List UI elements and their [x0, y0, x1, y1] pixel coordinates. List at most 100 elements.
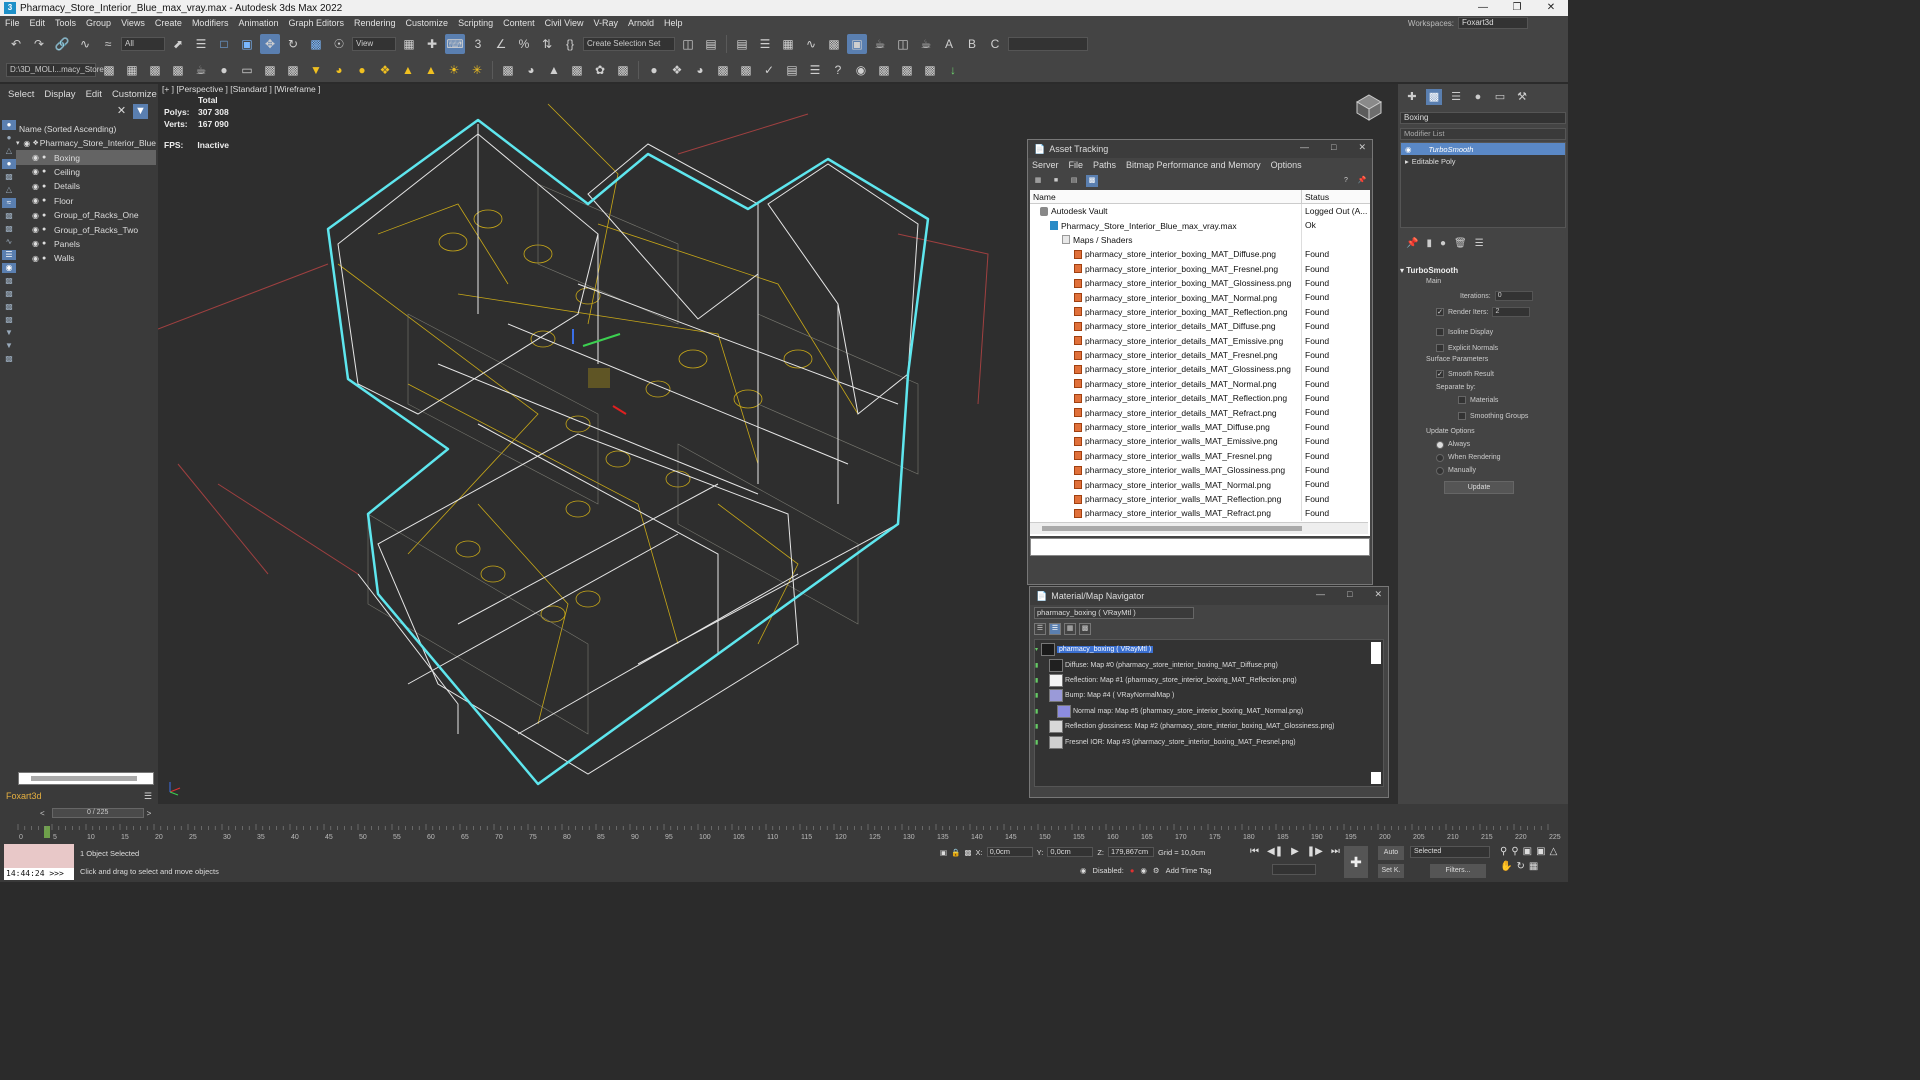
menu-file[interactable]: File	[0, 18, 25, 28]
vray-ies-light-icon[interactable]: ▲	[398, 60, 418, 80]
align-icon[interactable]: ▤	[701, 34, 721, 54]
groups-filter-icon[interactable]: ▩	[2, 211, 16, 221]
redo-icon[interactable]: ↷	[29, 34, 49, 54]
menu-edit[interactable]: Edit	[25, 18, 51, 28]
zoom-all-icon[interactable]: ⚲	[1511, 846, 1518, 857]
minimize-icon[interactable]: —	[1316, 589, 1325, 600]
map-swatch[interactable]	[1049, 689, 1063, 703]
percent-snap-icon[interactable]: %	[514, 34, 534, 54]
visibility-eye-icon[interactable]: ◉	[32, 196, 42, 205]
close-explorer-icon[interactable]: ✕	[114, 104, 129, 119]
make-unique-icon[interactable]: ●	[1440, 238, 1446, 249]
all-filter-icon[interactable]: ▩	[2, 289, 16, 299]
explicit-normals-checkbox[interactable]	[1436, 344, 1444, 352]
key-filters-button[interactable]: Filters...	[1430, 864, 1486, 878]
help-icon[interactable]: ?	[828, 60, 848, 80]
detail-view-icon[interactable]: ▩	[1086, 175, 1098, 187]
navigator-path-field[interactable]: pharmacy_boxing ( VRayMtl )	[1034, 607, 1194, 619]
bones-filter-icon[interactable]: ∿	[2, 237, 16, 247]
asset-path-field[interactable]	[1030, 538, 1370, 556]
menu-animation[interactable]: Animation	[233, 18, 283, 28]
xrefs-filter-icon[interactable]: ▩	[2, 224, 16, 234]
display-all-icon[interactable]: ●	[2, 120, 16, 130]
vray-dome-light-icon[interactable]: ◕	[329, 60, 349, 80]
remove-modifier-icon[interactable]: 🗑	[1454, 238, 1467, 249]
named-selection-sets-dropdown[interactable]: Create Selection Set	[583, 37, 675, 51]
viewport-label-menu[interactable]: [+ ] [Perspective ] [Standard ] [Wirefra…	[162, 84, 321, 94]
menu-scripting[interactable]: Scripting	[453, 18, 498, 28]
pin-stack-icon[interactable]: 📌	[1406, 238, 1418, 249]
vray-ambient-light-icon[interactable]: ▲	[421, 60, 441, 80]
asset-horizontal-scrollbar[interactable]	[1030, 522, 1368, 534]
when-rendering-radio[interactable]	[1436, 453, 1444, 462]
field-of-view-icon[interactable]: △	[1550, 846, 1558, 857]
expand-toolbar-icon[interactable]: ↓	[943, 60, 963, 80]
scene-object-row[interactable]: ◉ ● Floor	[16, 194, 156, 208]
render-preset-dropdown[interactable]	[1008, 37, 1088, 51]
modify-tab-icon[interactable]: ▩	[1426, 89, 1442, 105]
geometry-filter-icon[interactable]: ●	[2, 133, 16, 143]
material-tree-item[interactable]: ▮ Diffuse: Map #0 (pharmacy_store_interio…	[1035, 657, 1383, 672]
hierarchy-tab-icon[interactable]: ☰	[1448, 89, 1464, 105]
bind-spacewarp-icon[interactable]: ≈	[98, 34, 118, 54]
scene-explorer-icon[interactable]: ▤	[732, 34, 752, 54]
explorer-tab-select[interactable]: Select	[8, 89, 34, 100]
time-slider-thumb[interactable]: 0 / 225	[51, 808, 144, 818]
visibility-eye-icon[interactable]: ◉	[23, 139, 32, 148]
map-swatch[interactable]	[1041, 643, 1055, 657]
asset-row[interactable]: pharmacy_store_interior_details_MAT_Diff…	[1030, 319, 1370, 334]
modifier-list-dropdown[interactable]: Modifier List	[1400, 128, 1566, 140]
asset-row[interactable]: pharmacy_store_interior_walls_MAT_Fresne…	[1030, 448, 1370, 464]
current-frame-field[interactable]	[1272, 864, 1316, 875]
scrollbar-thumb[interactable]	[1042, 526, 1302, 531]
explorer-tab-display[interactable]: Display	[44, 89, 75, 100]
reference-coord-dropdown[interactable]: View	[352, 37, 396, 51]
navigator-titlebar[interactable]: 📄 Material/Map Navigator — □ ✕	[1030, 587, 1388, 605]
close-icon[interactable]: ✕	[1374, 589, 1382, 600]
view-list-icon[interactable]: ☰	[1034, 623, 1046, 635]
rollout-title[interactable]: ▾ TurboSmooth	[1400, 266, 1566, 278]
menu-customize[interactable]: Customize	[401, 18, 454, 28]
help-icon[interactable]: ?	[1340, 175, 1352, 187]
workspace-dropdown[interactable]: Foxart3d	[1458, 17, 1528, 29]
vray-mesh-export-icon[interactable]: ▩	[145, 60, 165, 80]
rect-selection-icon[interactable]: □	[214, 34, 234, 54]
render-production-icon[interactable]: ☕	[916, 34, 936, 54]
vray-sphere-icon[interactable]: ●	[214, 60, 234, 80]
vray-plane-icon[interactable]: ▭	[237, 60, 257, 80]
modifier-on-eye-icon[interactable]: ◉	[1405, 145, 1412, 154]
vray-3d-icon[interactable]: ▩	[920, 60, 940, 80]
asset-row[interactable]: pharmacy_store_interior_walls_MAT_Refrac…	[1030, 506, 1370, 521]
next-frame-icon[interactable]: >	[147, 809, 152, 818]
asset-row[interactable]: pharmacy_store_interior_details_MAT_Refr…	[1030, 405, 1370, 420]
select-object-icon[interactable]: ⬈	[168, 34, 188, 54]
material-tree-item[interactable]: ▾ pharmacy_boxing ( VRayMtl )	[1035, 642, 1383, 657]
cameras-filter-icon[interactable]: ▩	[2, 172, 16, 182]
asset-row[interactable]: pharmacy_store_interior_details_MAT_Refl…	[1030, 391, 1370, 406]
navigator-scrollbar-top[interactable]	[1371, 642, 1381, 664]
asset-row[interactable]: pharmacy_store_interior_walls_MAT_Diffus…	[1030, 419, 1370, 435]
render-setup-icon[interactable]: ☕	[870, 34, 890, 54]
scene-object-row[interactable]: ◉ ● Boxing	[16, 150, 156, 165]
menu-arnold[interactable]: Arnold	[623, 18, 659, 28]
vray-grass-icon[interactable]: ✿	[590, 60, 610, 80]
invert-filter-icon[interactable]: ▩	[2, 315, 16, 325]
asset-row[interactable]: pharmacy_store_interior_boxing_MAT_Fresn…	[1030, 261, 1370, 276]
isoline-display-checkbox[interactable]	[1436, 328, 1444, 336]
expand-arrow-icon[interactable]: ▸	[1405, 157, 1409, 166]
schematic-view-icon[interactable]: ▩	[824, 34, 844, 54]
track-bar-ruler[interactable]: 0 5 10 15 20 25 30 35 40 45 50 55 60 65 70 75 80 85 90 95 10…	[0, 822, 1568, 842]
orbit-icon[interactable]: ↻	[1516, 861, 1524, 872]
vray-proxy-icon[interactable]: ▩	[168, 60, 188, 80]
window-crossing-icon[interactable]: ▣	[237, 34, 257, 54]
zoom-extents-all-icon[interactable]: ▣	[1536, 846, 1545, 857]
selection-filter-dropdown[interactable]: All	[121, 37, 165, 51]
previous-key-icon[interactable]: ◀❚	[1267, 846, 1283, 857]
set-key-button[interactable]: Set K.	[1378, 864, 1404, 878]
viewcube-icon[interactable]	[1354, 92, 1384, 122]
vray-enmesh-icon[interactable]: ▩	[613, 60, 633, 80]
menu-civil-view[interactable]: Civil View	[540, 18, 589, 28]
menu-group[interactable]: Group	[81, 18, 116, 28]
containers-filter-icon[interactable]: ☰	[2, 250, 16, 260]
smoothing-groups-checkbox[interactable]	[1458, 412, 1466, 420]
